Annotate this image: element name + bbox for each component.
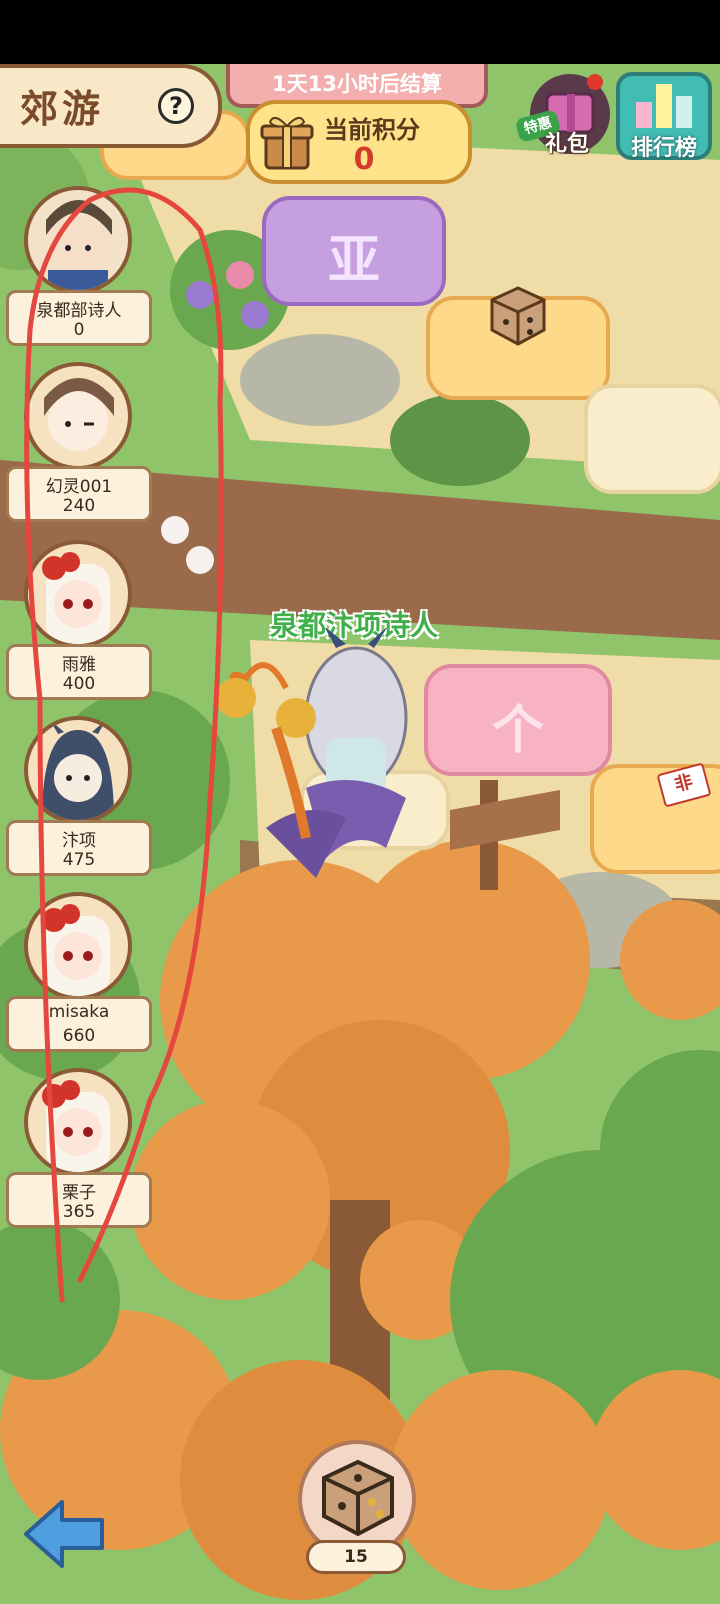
score-value: 0 (353, 142, 375, 177)
player-list-item[interactable]: misaka 660 (6, 892, 154, 1070)
player-score: 475 (62, 850, 96, 870)
player-name: 汴项 (62, 831, 96, 851)
avatar (24, 362, 132, 470)
avatar (24, 716, 132, 824)
gift-pack-button[interactable]: 特惠 礼包 (514, 72, 615, 162)
back-arrow-icon[interactable] (22, 1498, 108, 1570)
player-score: 0 (73, 320, 85, 340)
dice-on-tile-icon (490, 286, 546, 346)
leaderboard-button[interactable]: 排行榜 (616, 72, 712, 161)
leaderboard-label: 排行榜 (630, 136, 697, 161)
board-tile-blank (584, 384, 720, 494)
player-list-item[interactable]: 汴项 475 (6, 716, 154, 894)
player-card: 栗子 365 (6, 1172, 152, 1228)
player-card: misaka 660 (6, 996, 152, 1052)
location-header: 郊游 ? (0, 64, 222, 148)
player-card: 泉都部诗人 0 (6, 290, 152, 346)
gift-box-icon (260, 116, 314, 170)
avatar (24, 1068, 132, 1176)
player-list-item[interactable]: 栗子 365 (6, 1068, 154, 1246)
status-bar-area (0, 0, 720, 64)
player-list-item[interactable]: 幻灵001 240 (6, 362, 154, 540)
player-score: 400 (62, 674, 96, 694)
player-name: 雨雅 (62, 655, 96, 675)
player-list-item[interactable]: 雨雅 400 (6, 540, 154, 718)
player-name: 栗子 (62, 1183, 96, 1203)
gift-pack-label: 礼包 (545, 132, 590, 157)
player-name: 幻灵001 (45, 477, 113, 497)
dice-icon (322, 1459, 394, 1537)
player-card: 幻灵001 240 (6, 466, 152, 522)
help-icon[interactable]: ? (158, 88, 194, 124)
player-card: 雨雅 400 (6, 644, 152, 700)
location-title: 郊游 (20, 87, 105, 131)
leaderboard-icon (636, 84, 692, 128)
board-tile-purple: 亚 (262, 196, 446, 306)
player-score: 240 (62, 496, 96, 516)
settlement-timer-text: 1天13小时后结算 (272, 72, 442, 96)
player-name: misaka (48, 1002, 110, 1022)
player-card: 汴项 475 (6, 820, 152, 876)
tile-glyph-purple: 亚 (327, 231, 380, 291)
avatar (24, 540, 132, 648)
current-score-panel: 当前积分 0 (246, 100, 472, 184)
score-label: 当前积分 (324, 116, 420, 144)
board-tile-pink: 个 (424, 664, 612, 776)
tile-glyph-pink: 个 (491, 701, 544, 761)
dice-count: 15 (306, 1540, 406, 1574)
player-score: 660 (62, 1026, 96, 1046)
player-score: 365 (62, 1202, 96, 1222)
player-list-item[interactable]: 泉都部诗人 0 (6, 186, 154, 364)
player-name: 泉都部诗人 (36, 301, 122, 321)
avatar (24, 892, 132, 1000)
avatar (24, 186, 132, 294)
player-token-character[interactable] (206, 628, 446, 888)
